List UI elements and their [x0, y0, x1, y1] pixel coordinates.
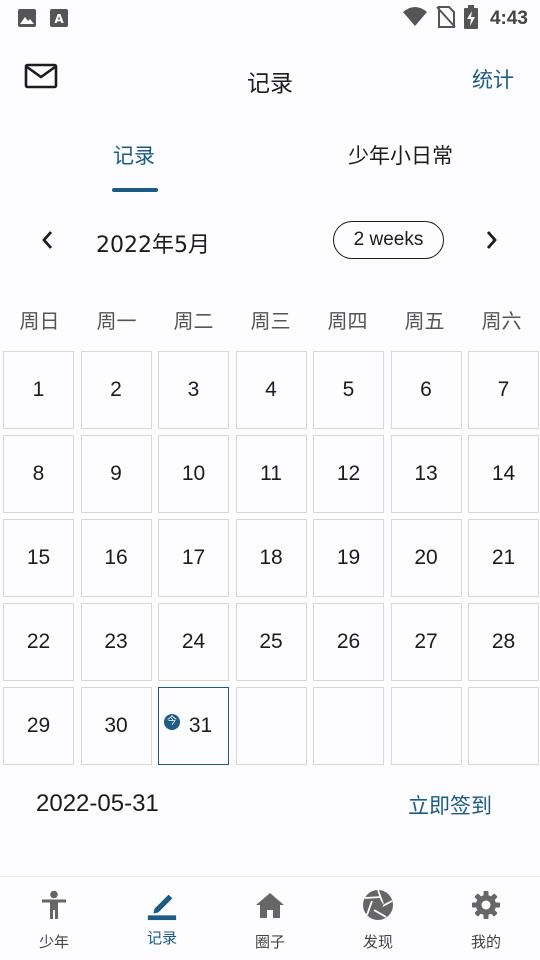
day-cell[interactable]: 7 — [468, 351, 539, 429]
day-cell[interactable]: 25 — [235, 603, 307, 681]
edit-icon — [146, 889, 178, 921]
day-cell[interactable]: 2 — [80, 351, 152, 429]
gear-icon — [470, 889, 502, 921]
chevron-left-icon — [36, 231, 60, 258]
app-bar: 记录 统计 — [0, 50, 540, 110]
weekday-label: 周四 — [327, 309, 368, 333]
tab-daily[interactable]: 少年小日常 — [348, 140, 453, 170]
stats-button[interactable]: 统计 — [472, 64, 514, 94]
nav-label: 我的 — [470, 933, 501, 951]
tab-bar: 记录 少年小日常 — [0, 130, 540, 192]
status-right: 4:43 — [402, 5, 528, 33]
page-title: 记录 — [247, 71, 293, 97]
day-cell-today[interactable]: 今 31 — [158, 687, 229, 765]
nav-item-discover[interactable]: 发现 — [324, 877, 432, 960]
day-cell[interactable]: 9 — [80, 435, 152, 513]
day-cell[interactable]: 6 — [390, 351, 462, 429]
empty-day-cell — [468, 687, 539, 765]
status-left: A — [17, 8, 69, 32]
today-badge: 今 — [164, 714, 180, 730]
weekday-label: 周一 — [96, 309, 137, 333]
day-cell[interactable]: 14 — [468, 435, 539, 513]
day-cell[interactable]: 12 — [313, 435, 384, 513]
prev-month-button[interactable] — [36, 226, 60, 254]
nav-item-circle[interactable]: 圈子 — [216, 877, 324, 960]
day-cell[interactable]: 16 — [80, 519, 152, 597]
nav-label: 圈子 — [254, 933, 285, 951]
status-bar: A 4:43 — [0, 0, 540, 38]
bottom-nav: 少年 记录 圈子 发现 我的 — [0, 876, 540, 960]
day-cell[interactable]: 17 — [158, 519, 229, 597]
home-icon — [254, 889, 286, 921]
empty-day-cell — [313, 687, 384, 765]
next-month-button[interactable] — [480, 226, 504, 254]
weekday-header: 周日 周一 周二 周三 周四 周五 周六 — [0, 305, 540, 335]
font-icon: A — [49, 8, 69, 32]
day-cell[interactable]: 18 — [235, 519, 307, 597]
nav-label: 记录 — [146, 929, 177, 947]
day-cell[interactable]: 8 — [3, 435, 74, 513]
nav-item-records[interactable]: 记录 — [108, 877, 216, 960]
day-cell[interactable]: 15 — [3, 519, 74, 597]
tab-records[interactable]: 记录 — [113, 140, 155, 170]
wifi-icon — [402, 6, 428, 32]
svg-text:A: A — [54, 12, 64, 26]
empty-day-cell — [390, 687, 462, 765]
weekday-label: 周六 — [481, 309, 522, 333]
sign-in-button[interactable]: 立即签到 — [408, 790, 492, 820]
day-cell[interactable]: 28 — [468, 603, 539, 681]
month-nav: 2022年5月 2 weeks — [0, 212, 540, 268]
day-cell[interactable]: 5 — [313, 351, 384, 429]
today-day-number: 31 — [188, 714, 213, 737]
day-cell[interactable]: 19 — [313, 519, 384, 597]
image-icon — [17, 8, 37, 32]
empty-day-cell — [235, 687, 307, 765]
day-cell[interactable]: 24 — [158, 603, 229, 681]
nav-label: 少年 — [38, 933, 69, 951]
day-cell[interactable]: 10 — [158, 435, 229, 513]
day-cell[interactable]: 22 — [3, 603, 74, 681]
status-time: 4:43 — [489, 8, 528, 29]
day-cell[interactable]: 29 — [3, 687, 74, 765]
day-cell[interactable]: 21 — [468, 519, 539, 597]
view-mode-toggle[interactable]: 2 weeks — [333, 221, 444, 259]
nav-label: 发现 — [362, 933, 393, 951]
day-cell[interactable]: 11 — [235, 435, 307, 513]
battery-charging-icon — [463, 5, 478, 33]
tab-indicator — [112, 188, 158, 192]
chevron-right-icon — [480, 231, 504, 258]
calendar-grid: 1 2 3 4 5 6 7 8 9 10 11 12 13 14 15 16 1… — [3, 351, 539, 765]
nav-item-mine[interactable]: 我的 — [432, 877, 540, 960]
day-cell[interactable]: 26 — [313, 603, 384, 681]
day-cell[interactable]: 3 — [158, 351, 229, 429]
person-icon — [38, 889, 70, 921]
weekday-label: 周二 — [173, 309, 214, 333]
no-sim-icon — [436, 5, 456, 33]
nav-item-youth[interactable]: 少年 — [0, 877, 108, 960]
weekday-label: 周五 — [404, 309, 445, 333]
aperture-icon — [362, 889, 394, 921]
day-cell[interactable]: 4 — [235, 351, 307, 429]
day-cell[interactable]: 27 — [390, 603, 462, 681]
selected-date: 2022-05-31 — [36, 790, 159, 817]
date-row: 2022-05-31 立即签到 — [0, 782, 540, 826]
month-label: 2022年5月 — [96, 233, 210, 258]
day-cell[interactable]: 20 — [390, 519, 462, 597]
day-cell[interactable]: 23 — [80, 603, 152, 681]
weekday-label: 周日 — [19, 309, 60, 333]
day-cell[interactable]: 30 — [80, 687, 152, 765]
day-cell[interactable]: 13 — [390, 435, 462, 513]
weekday-label: 周三 — [250, 309, 291, 333]
day-cell[interactable]: 1 — [3, 351, 74, 429]
